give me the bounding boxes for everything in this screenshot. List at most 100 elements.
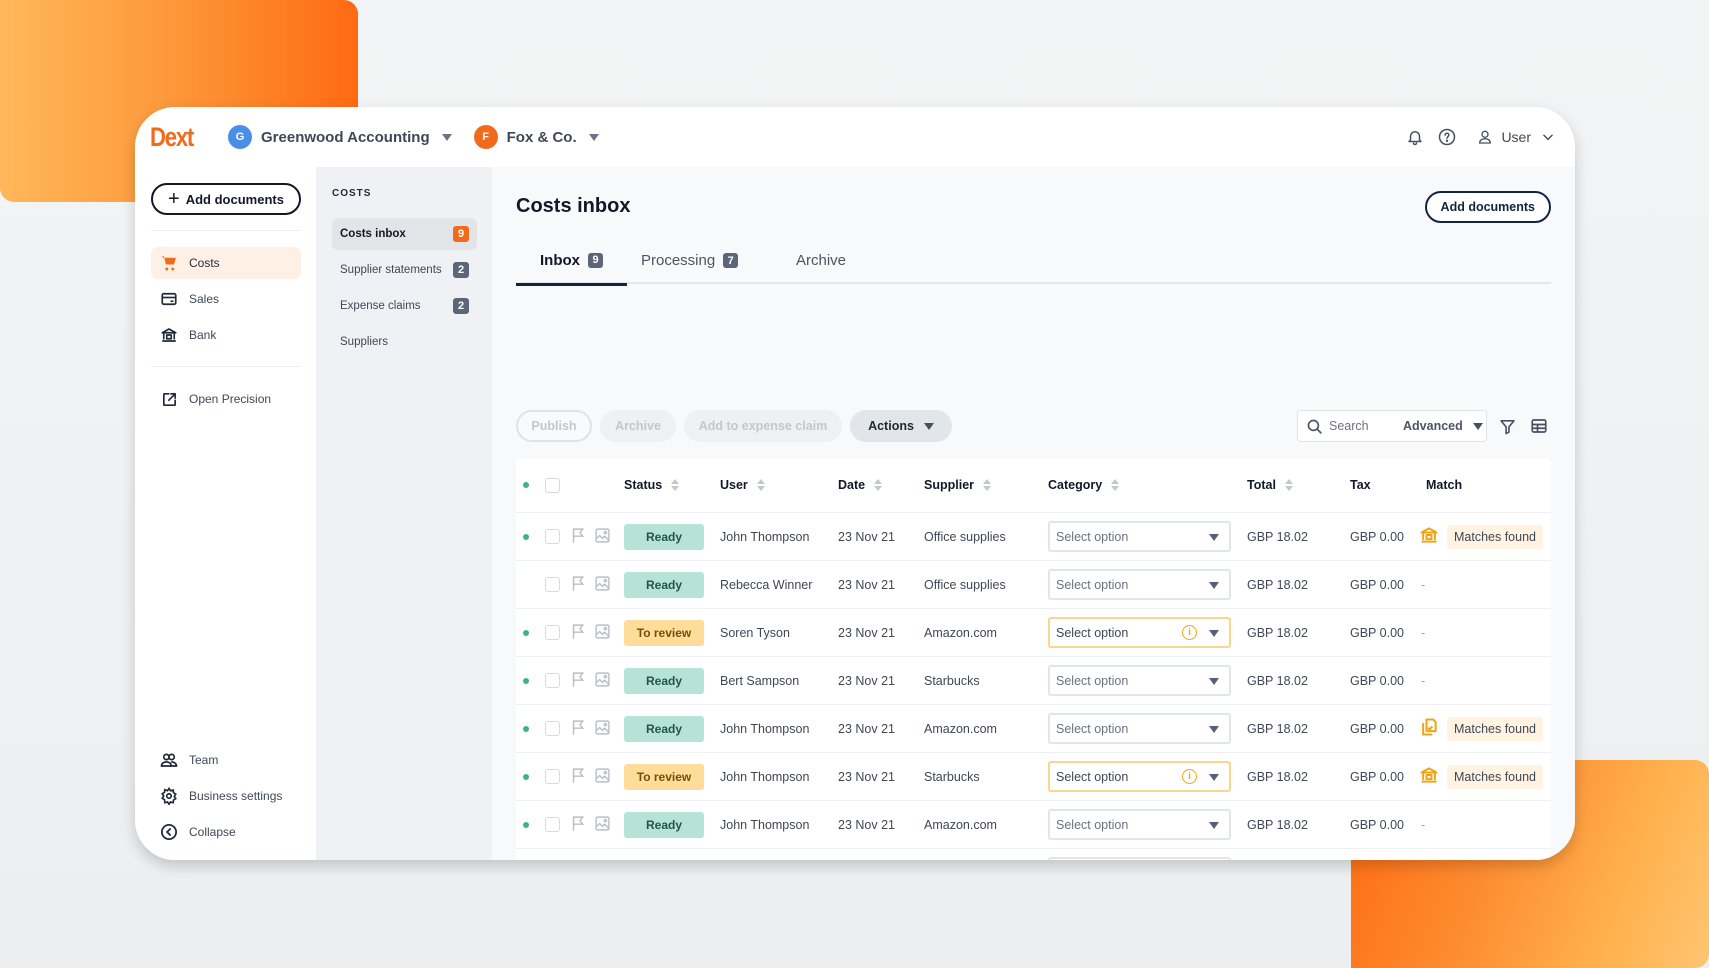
row-checkbox-cell[interactable] [545,849,560,860]
status-badge: To review [624,619,704,646]
row-checkbox[interactable] [545,625,560,640]
filter-button[interactable] [1495,414,1519,438]
flag-button[interactable] [570,657,587,704]
subnav-item-suppliers[interactable]: Suppliers [332,326,477,358]
category-select[interactable]: Select option i [1048,617,1231,648]
match-badge[interactable]: Matches found [1447,524,1543,549]
sidebar-item-open-precision[interactable]: Open Precision [151,383,301,415]
costs-table: Status User Date Supplier Category Total… [516,458,1551,860]
image-preview-button[interactable] [594,753,611,800]
match-cell[interactable]: Matches found [1419,753,1543,800]
sidebar-item-business-settings[interactable]: Business settings [151,780,301,812]
match-cell[interactable]: Matches found [1419,513,1543,560]
table-row[interactable]: Ready John Thompson 23 Nov 21 Amazon.com Sel… [516,705,1551,753]
column-header-tax: Tax [1350,458,1371,512]
category-select[interactable]: Select option [1048,665,1231,696]
sidebar-item-sales[interactable]: Sales [151,283,301,315]
column-header-category[interactable]: Category [1048,458,1120,512]
category-select[interactable]: Select option [1048,809,1231,840]
flag-button[interactable] [570,609,587,656]
sidebar-item-bank[interactable]: Bank [151,319,301,351]
row-checkbox[interactable] [545,673,560,688]
sidebar-item-collapse[interactable]: Collapse [151,816,301,848]
tab-label: Inbox [540,251,580,269]
notifications-button[interactable] [1399,121,1431,153]
row-checkbox[interactable] [545,817,560,832]
subnav-item-expense-claims[interactable]: Expense claims 2 [332,290,477,322]
row-checkbox-cell[interactable] [545,753,560,800]
info-warning-icon[interactable]: i [1182,769,1197,784]
row-checkbox-cell[interactable] [545,705,560,752]
tab-archive[interactable]: Archive [772,237,870,284]
add-to-expense-claim-button[interactable]: Add to expense claim [684,410,842,442]
row-checkbox-cell[interactable] [545,657,560,704]
row-checkbox-cell[interactable] [545,609,560,656]
user-menu[interactable]: User [1477,129,1555,145]
sidebar-item-team[interactable]: Team [151,744,301,776]
header-new-indicator [523,458,529,512]
columns-button[interactable] [1527,414,1551,438]
checkbox[interactable] [545,477,560,493]
row-checkbox-cell[interactable] [545,513,560,560]
sidebar-item-costs[interactable]: Costs [151,247,301,279]
category-select[interactable]: Select option [1048,857,1231,860]
subnav-item-costs-inbox[interactable]: Costs inbox 9 [332,218,477,250]
match-badge[interactable]: Matches found [1447,764,1543,789]
category-select[interactable]: Select option [1048,569,1231,600]
tab-inbox[interactable]: Inbox 9 [516,237,627,286]
category-select-value: Select option [1056,769,1129,784]
column-header-date[interactable]: Date [838,458,883,512]
category-select[interactable]: Select option [1048,521,1231,552]
add-documents-button[interactable]: Add documents [1424,191,1551,223]
row-checkbox[interactable] [545,577,560,592]
search-field[interactable]: Advanced [1297,410,1487,442]
archive-button[interactable]: Archive [600,410,676,442]
table-row[interactable]: To review John Thompson 23 Nov 21 Starbucks… [516,753,1551,801]
image-preview-button[interactable] [594,705,611,752]
add-documents-button[interactable]: + Add documents [151,183,301,215]
match-cell[interactable]: Matches found [1419,705,1543,752]
flag-button[interactable] [570,801,587,848]
image-preview-button[interactable] [594,801,611,848]
column-header-status[interactable]: Status [624,458,680,512]
actions-dropdown[interactable]: Actions [850,410,952,442]
column-header-total[interactable]: Total [1247,458,1293,512]
row-checkbox[interactable] [545,529,560,544]
search-input[interactable] [1329,419,1395,433]
account-switcher-greenwood[interactable]: G Greenwood Accounting [228,125,452,149]
row-checkbox-cell[interactable] [545,801,560,848]
info-warning-icon[interactable]: i [1182,625,1197,640]
row-checkbox[interactable] [545,721,560,736]
flag-button[interactable] [570,705,587,752]
table-row[interactable]: Ready John Thompson 23 Nov 21 Amazon.com Sel… [516,801,1551,849]
flag-button[interactable] [570,513,587,560]
image-preview-button[interactable] [594,561,611,608]
client-switcher-fox[interactable]: F Fox & Co. [473,125,599,149]
row-checkbox-cell[interactable] [545,561,560,608]
match-badge[interactable]: Matches found [1447,716,1543,741]
tab-processing[interactable]: Processing 7 [617,237,762,284]
flag-button[interactable] [570,849,587,860]
image-preview-button[interactable] [594,849,611,860]
table-row[interactable]: Ready Rebecca Winner 23 Nov 21 Starbucks Sel… [516,849,1551,860]
category-select[interactable]: Select option [1048,713,1231,744]
table-row[interactable]: Ready John Thompson 23 Nov 21 Office suppli… [516,513,1551,561]
image-preview-button[interactable] [594,609,611,656]
table-row[interactable]: Ready Bert Sampson 23 Nov 21 Starbucks Selec… [516,657,1551,705]
category-select[interactable]: Select option i [1048,761,1231,792]
flag-button[interactable] [570,561,587,608]
image-preview-button[interactable] [594,657,611,704]
publish-button[interactable]: Publish [516,410,592,442]
row-checkbox[interactable] [545,769,560,784]
table-row[interactable]: To review Soren Tyson 23 Nov 21 Amazon.com S… [516,609,1551,657]
column-header-user[interactable]: User [720,458,765,512]
dext-logo[interactable]: Dext [150,122,199,153]
advanced-search-dropdown[interactable]: Advanced [1403,419,1483,433]
subnav-item-supplier-statements[interactable]: Supplier statements 2 [332,254,477,286]
help-button[interactable] [1431,121,1463,153]
column-header-supplier[interactable]: Supplier [924,458,992,512]
image-preview-button[interactable] [594,513,611,560]
table-row[interactable]: Ready Rebecca Winner 23 Nov 21 Office suppl… [516,561,1551,609]
flag-button[interactable] [570,753,587,800]
select-all-checkbox[interactable] [545,458,560,512]
